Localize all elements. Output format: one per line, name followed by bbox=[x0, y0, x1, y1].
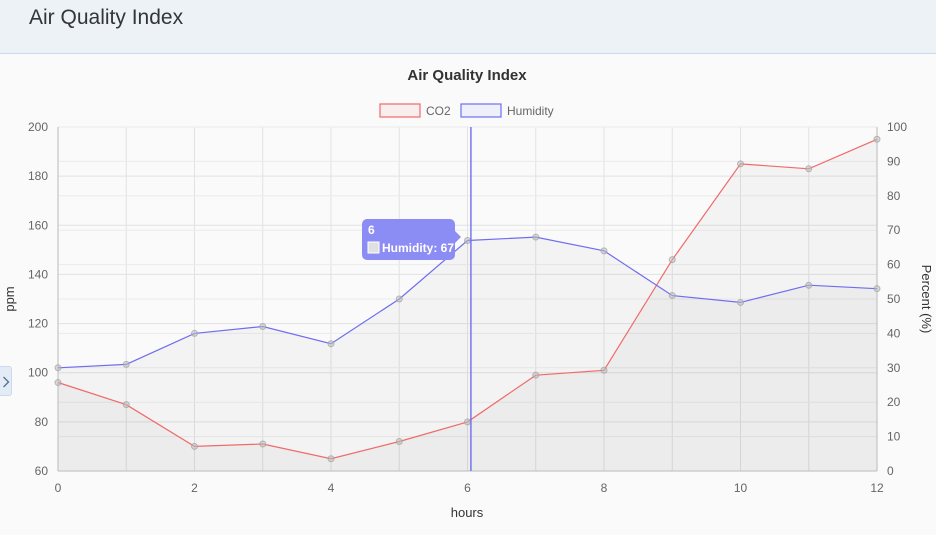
y-right-tick-label: 30 bbox=[887, 361, 901, 375]
y-right-tick-label: 40 bbox=[887, 326, 901, 340]
data-point-humidity bbox=[191, 329, 198, 337]
y-right-tick-label: 60 bbox=[887, 258, 901, 272]
data-point-humidity bbox=[395, 295, 403, 303]
data-point-humidity bbox=[600, 247, 608, 255]
chart-title: Air Quality Index bbox=[407, 67, 527, 84]
y-left-tick-label: 140 bbox=[28, 267, 48, 281]
y-left-tick-label: 180 bbox=[28, 169, 48, 183]
data-point-humidity bbox=[805, 281, 813, 289]
tooltip-caret bbox=[455, 231, 461, 243]
tooltip-label: Humidity: 67 bbox=[382, 241, 454, 255]
y-right-tick-label: 0 bbox=[887, 464, 894, 478]
y-right-tick-label: 80 bbox=[887, 189, 901, 203]
data-point-humidity bbox=[259, 323, 267, 331]
data-point-co2 bbox=[737, 160, 744, 168]
data-point-co2 bbox=[122, 401, 130, 409]
legend-label-humidity: Humidity bbox=[507, 104, 554, 118]
y-right-tick-label: 70 bbox=[887, 223, 901, 237]
x-tick-label: 0 bbox=[55, 481, 62, 495]
air-quality-chart: Air Quality Index CO2 Humidity 608010012… bbox=[2, 67, 934, 520]
x-tick-label: 2 bbox=[191, 481, 198, 495]
data-point-co2 bbox=[191, 442, 198, 450]
y-right-tick-label: 10 bbox=[887, 430, 901, 444]
data-point-humidity bbox=[327, 340, 335, 348]
x-axis-title: hours bbox=[451, 505, 484, 520]
y-left-tick-label: 100 bbox=[28, 366, 48, 380]
data-point-humidity bbox=[668, 292, 676, 300]
legend-label-co2: CO2 bbox=[426, 104, 451, 118]
x-tick-label: 12 bbox=[870, 481, 884, 495]
y-right-tick-label: 20 bbox=[887, 395, 901, 409]
y-axis-right-title: Percent (%) bbox=[919, 265, 934, 334]
chart-legend: CO2 Humidity bbox=[379, 103, 554, 118]
data-point-co2 bbox=[600, 366, 608, 374]
x-tick-label: 8 bbox=[601, 481, 608, 495]
data-point-co2 bbox=[873, 135, 881, 143]
tooltip-title: 6 bbox=[368, 223, 375, 237]
data-point-humidity bbox=[532, 233, 540, 241]
data-point-co2 bbox=[805, 165, 813, 173]
y-right-tick-label: 90 bbox=[887, 154, 901, 168]
data-point-humidity bbox=[464, 237, 471, 245]
page-title: Air Quality Index bbox=[29, 6, 184, 29]
data-point-co2 bbox=[259, 440, 267, 448]
data-point-co2 bbox=[54, 379, 62, 387]
y-left-tick-label: 80 bbox=[35, 415, 49, 429]
tooltip-swatch bbox=[367, 241, 380, 254]
data-point-humidity bbox=[122, 360, 130, 368]
y-right-tick-label: 100 bbox=[887, 120, 907, 134]
header-bar: Air Quality Index bbox=[0, 0, 936, 54]
data-point-co2 bbox=[532, 371, 540, 379]
data-point-humidity bbox=[873, 285, 881, 293]
legend-swatch-humidity bbox=[460, 103, 502, 118]
legend-item-co2[interactable]: CO2 bbox=[379, 103, 451, 118]
y-axis-left-title: ppm bbox=[2, 286, 17, 311]
data-point-co2 bbox=[668, 256, 676, 264]
y-right-tick-label: 50 bbox=[887, 292, 901, 306]
data-point-co2 bbox=[464, 418, 471, 426]
x-tick-label: 6 bbox=[464, 481, 471, 495]
data-point-humidity bbox=[737, 298, 744, 306]
y-left-tick-label: 120 bbox=[28, 317, 48, 331]
data-point-humidity bbox=[54, 364, 62, 372]
y-left-tick-label: 60 bbox=[35, 464, 49, 478]
legend-swatch-co2 bbox=[379, 103, 421, 118]
y-left-tick-label: 160 bbox=[28, 218, 48, 232]
data-point-co2 bbox=[395, 438, 403, 446]
legend-item-humidity[interactable]: Humidity bbox=[460, 103, 554, 118]
x-tick-label: 10 bbox=[734, 481, 748, 495]
data-point-co2 bbox=[327, 455, 335, 463]
y-left-tick-label: 200 bbox=[28, 120, 48, 134]
x-tick-label: 4 bbox=[328, 481, 335, 495]
